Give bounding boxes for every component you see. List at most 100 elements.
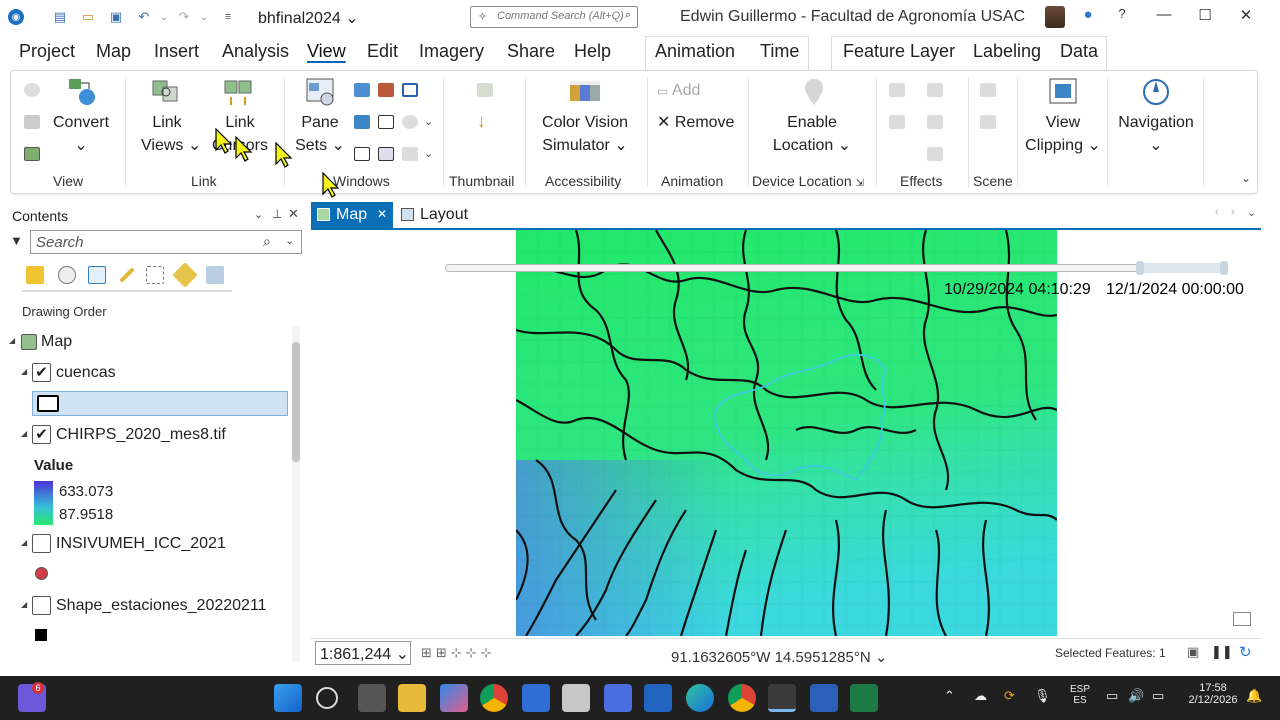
excel-icon[interactable] — [850, 684, 878, 712]
tab-animation[interactable]: Animation — [655, 41, 735, 62]
link-cursors-icon[interactable] — [223, 77, 253, 105]
link-views-icon[interactable] — [151, 77, 181, 105]
save-icon[interactable]: ▣ — [108, 9, 124, 25]
tab-edit[interactable]: Edit — [367, 41, 398, 62]
word-icon[interactable] — [810, 684, 838, 712]
outlook-icon[interactable] — [644, 684, 672, 712]
perspective-icon[interactable] — [206, 266, 224, 284]
table-icon[interactable] — [354, 147, 370, 161]
download-arrow-icon[interactable]: ↓ — [477, 111, 486, 132]
tab-scroll-left-icon[interactable]: ‹ — [1215, 206, 1219, 218]
clock[interactable]: 17:58 2/12/2026 — [1182, 682, 1244, 706]
tab-feature-layer[interactable]: Feature Layer — [843, 41, 955, 62]
navigation-button[interactable]: Navigation ⌄ — [1113, 111, 1199, 157]
map-view[interactable]: 10/29/2024 04:10:29 12/1/2024 00:00:00 — [311, 230, 1261, 638]
contents-search-input[interactable]: Search ⌕ ⌄ — [30, 230, 302, 254]
collapse-triangle-icon[interactable]: ◢ — [9, 336, 15, 345]
view-clipping-icon[interactable] — [1048, 77, 1078, 105]
redo-dropdown-icon[interactable]: ⌄ — [196, 9, 212, 25]
microphone-icon[interactable]: 🎙 — [1034, 688, 1051, 704]
close-button[interactable]: ✕ — [1232, 6, 1260, 24]
toolbox-icon[interactable] — [378, 83, 394, 97]
arcgis-pro-taskbar-icon[interactable] — [768, 684, 796, 712]
map-notes-icon[interactable] — [1233, 612, 1251, 626]
location-pin-icon[interactable] — [799, 77, 829, 105]
sync-icon[interactable]: ⟳ — [1004, 688, 1015, 704]
new-project-icon[interactable]: ▤ — [52, 9, 68, 25]
onedrive-icon[interactable]: ☁ — [974, 688, 987, 704]
project-name[interactable]: bhfinal2024 ⌄ — [258, 8, 359, 28]
chevron-down-icon[interactable]: ⌄ — [285, 234, 294, 247]
avatar[interactable] — [1045, 6, 1065, 28]
window-icon[interactable] — [378, 115, 394, 129]
command-search-input[interactable]: ✧ Command Search (Alt+Q) ⌕ — [470, 6, 638, 28]
selected-features-count[interactable]: Selected Features: 1 — [1055, 646, 1166, 660]
undo-dropdown-icon[interactable]: ⌄ — [156, 9, 172, 25]
maximize-button[interactable]: ☐ — [1191, 6, 1219, 24]
layer-shape-estaciones[interactable]: Shape_estaciones_20220211 — [56, 597, 267, 615]
collapse-triangle-icon[interactable]: ◢ — [21, 429, 27, 438]
catalog-pane-icon[interactable] — [354, 83, 370, 97]
reset-panes-icon[interactable] — [402, 83, 418, 97]
coordinate-readout[interactable]: 91.1632605°W 14.5951285°N ⌄ — [671, 648, 887, 666]
navigation-compass-icon[interactable] — [1141, 77, 1171, 105]
tab-scroll-right-icon[interactable]: › — [1231, 206, 1235, 218]
pause-drawing-icon[interactable]: ❚❚ — [1211, 644, 1233, 660]
print-icon[interactable] — [378, 147, 394, 161]
tab-data[interactable]: Data — [1060, 41, 1098, 62]
task-view-icon[interactable] — [358, 684, 386, 712]
selection-icon[interactable] — [88, 266, 106, 284]
collapse-ribbon-icon[interactable]: ⌄ — [1241, 171, 1251, 185]
contents-scrollbar[interactable] — [292, 326, 300, 662]
layer-checkbox[interactable] — [32, 596, 51, 615]
scrollbar-thumb[interactable] — [292, 342, 300, 462]
collapse-triangle-icon[interactable]: ◢ — [21, 600, 27, 609]
battery-icon[interactable]: ▭ — [1152, 688, 1164, 704]
help-button[interactable]: ? — [1108, 6, 1136, 21]
file-explorer-icon[interactable] — [398, 684, 426, 712]
edge-icon[interactable] — [686, 684, 714, 712]
collapse-triangle-icon[interactable]: ◢ — [21, 367, 27, 376]
polygon-symbol-swatch[interactable] — [37, 395, 59, 412]
pane-sets-button[interactable]: Pane Sets ⌄ — [293, 111, 347, 157]
map-scale-selector[interactable]: 1:861,244 ⌄ — [315, 641, 411, 665]
tab-analysis[interactable]: Analysis — [222, 41, 289, 62]
tab-view[interactable]: View — [307, 41, 346, 62]
color-vision-simulator-button[interactable]: Color Vision Simulator ⌄ — [533, 111, 637, 157]
network-icon[interactable]: ▭ — [1106, 688, 1118, 704]
pane-options-icon[interactable]: ⌄ — [254, 208, 263, 221]
tab-time[interactable]: Time — [760, 41, 799, 62]
link-views-button[interactable]: Link Views ⌄ — [141, 111, 201, 157]
tab-imagery[interactable]: Imagery — [419, 41, 484, 62]
volume-icon[interactable]: 🔊 — [1128, 688, 1144, 704]
editing-pencil-icon[interactable] — [119, 267, 135, 283]
tab-map[interactable]: Map — [96, 41, 131, 62]
undo-icon[interactable]: ↶ — [136, 9, 152, 25]
chevron-down-icon[interactable]: ⌄ — [424, 115, 433, 128]
time-slider-extent[interactable] — [1140, 263, 1224, 273]
catalog-view-icon[interactable] — [354, 115, 370, 129]
map-view-icon[interactable] — [24, 147, 40, 161]
redo-icon[interactable]: ↷ — [176, 9, 192, 25]
windows-start-icon[interactable] — [274, 684, 302, 712]
layer-checkbox[interactable] — [32, 534, 51, 553]
layer-cuencas[interactable]: cuencas — [56, 364, 116, 382]
notifications-bell-icon[interactable]: 🔔 — [1246, 688, 1262, 704]
remove-animation-button[interactable]: ✕ Remove — [657, 111, 734, 134]
time-slider-track[interactable] — [445, 261, 1228, 275]
close-tab-icon[interactable]: ✕ — [377, 207, 387, 221]
search-icon[interactable] — [316, 687, 338, 709]
snapping-icon[interactable] — [146, 266, 164, 284]
drawing-order-icon[interactable] — [26, 266, 44, 284]
notifications-icon[interactable]: ● — [1074, 6, 1102, 23]
color-vision-icon[interactable] — [570, 77, 600, 105]
tab-layout-view[interactable]: Layout — [399, 202, 479, 230]
language-indicator[interactable]: ESP ES — [1066, 684, 1094, 706]
time-slider-start-handle[interactable] — [1136, 261, 1144, 275]
layer-chirps[interactable]: CHIRPS_2020_mes8.tif — [56, 426, 226, 444]
tab-help[interactable]: Help — [574, 41, 611, 62]
stretch-color-ramp[interactable] — [34, 481, 53, 525]
refresh-icon[interactable]: ↻ — [1239, 643, 1252, 661]
clear-selection-icon[interactable]: ▣ — [1187, 644, 1199, 660]
labeling-icon[interactable] — [172, 262, 198, 288]
